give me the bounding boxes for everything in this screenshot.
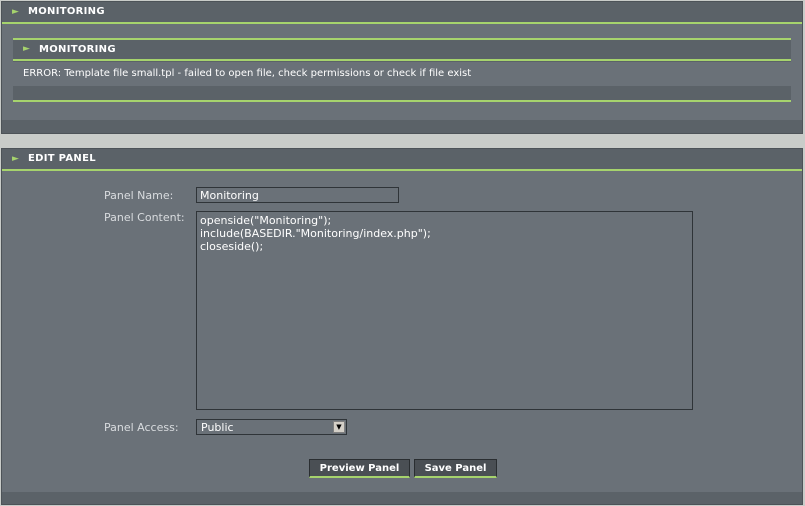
save-panel-button[interactable]: Save Panel	[414, 459, 497, 478]
monitoring-panel: ► MONITORING ► MONITORING ERROR: Templat…	[1, 1, 803, 134]
panel-separator	[0, 134, 805, 144]
monitoring-panel-caption: ► MONITORING	[2, 2, 802, 24]
arrow-right-icon: ►	[12, 7, 20, 17]
monitoring-panel-title: MONITORING	[28, 6, 105, 17]
inner-box-footer	[13, 86, 791, 102]
preview-panel-button[interactable]: Preview Panel	[309, 459, 410, 478]
panel-name-label: Panel Name:	[104, 189, 174, 202]
arrow-right-icon: ►	[12, 154, 20, 164]
chevron-down-icon[interactable]: ▼	[333, 421, 345, 433]
error-message: ERROR: Template file small.tpl - failed …	[13, 61, 791, 86]
edit-panel-caption: ► EDIT PANEL	[2, 149, 802, 171]
edit-panel-footer	[2, 492, 802, 504]
arrow-right-icon: ►	[23, 44, 31, 54]
panel-name-input[interactable]: Monitoring	[196, 187, 399, 203]
panel-content-textarea[interactable]: openside("Monitoring"); include(BASEDIR.…	[196, 211, 693, 410]
monitoring-inner-caption: ► MONITORING	[13, 38, 791, 61]
monitoring-inner-title: MONITORING	[39, 44, 116, 55]
panel-content-label: Panel Content:	[104, 211, 185, 224]
panel-access-value: Public	[201, 421, 234, 434]
edit-panel-title: EDIT PANEL	[28, 153, 96, 164]
panel-access-select[interactable]: Public ▼	[196, 419, 347, 435]
panel-access-label: Panel Access:	[104, 421, 179, 434]
monitoring-inner-box: ► MONITORING ERROR: Template file small.…	[13, 38, 791, 102]
monitoring-panel-footer	[2, 120, 802, 133]
